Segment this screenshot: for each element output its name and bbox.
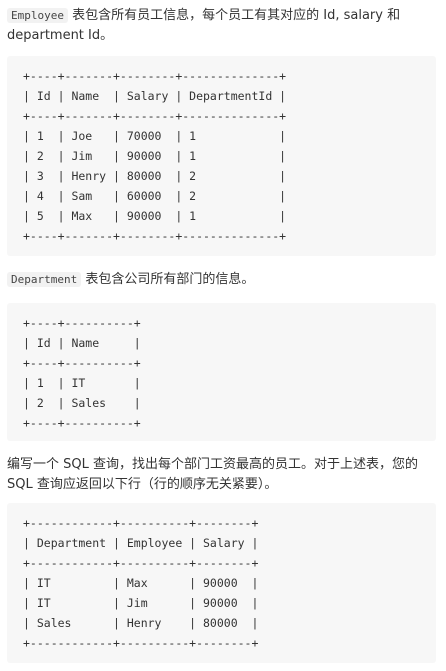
employee-table-line: +----+-------+--------+--------------+: [23, 109, 287, 123]
result-table-line: +------------+----------+--------+: [23, 556, 259, 570]
result-table-line: +------------+----------+--------+: [23, 516, 259, 530]
result-table-line: +------------+----------+--------+: [23, 636, 259, 650]
department-description-text: 表包含公司所有部门的信息。: [81, 272, 255, 287]
employee-table-block: +----+-------+--------+--------------+ |…: [7, 56, 436, 256]
question-text-line-1: 编写一个 SQL 查询，找出每个部门工资最高的员工。对于上述表，您的: [7, 457, 418, 472]
employee-description-text-1: 表包含所有员工信息，每个员工有其对应的 Id, salary 和: [67, 8, 401, 23]
employee-table-line: | 3 | Henry | 80000 | 2 |: [23, 169, 287, 183]
employee-table-line: | 2 | Jim | 90000 | 1 |: [23, 149, 287, 163]
department-table-line: | 2 | Sales |: [23, 396, 141, 410]
employee-table-line: | 1 | Joe | 70000 | 1 |: [23, 129, 287, 143]
department-table-name: Department: [7, 272, 82, 287]
employee-table-line: +----+-------+--------+--------------+: [23, 69, 287, 83]
result-table-line: | IT | Max | 90000 |: [23, 576, 259, 590]
department-table-line: +----+----------+: [23, 416, 141, 430]
employee-table-line: | 5 | Max | 90000 | 1 |: [23, 209, 287, 223]
question-text: 编写一个 SQL 查询，找出每个部门工资最高的员工。对于上述表，您的 SQL 查…: [7, 455, 437, 495]
employee-table-line: | Id | Name | Salary | DepartmentId |: [23, 89, 287, 103]
department-description: Department 表包含公司所有部门的信息。: [7, 270, 437, 290]
result-table-line: | IT | Jim | 90000 |: [23, 596, 259, 610]
employee-table-line: | 4 | Sam | 60000 | 2 |: [23, 189, 287, 203]
employee-description-text-2: department Id。: [7, 28, 114, 43]
result-table-block: +------------+----------+--------+ | Dep…: [7, 503, 436, 663]
employee-description: Employee 表包含所有员工信息，每个员工有其对应的 Id, salary …: [7, 6, 437, 46]
question-text-line-2: SQL 查询应返回以下行（行的顺序无关紧要）。: [7, 477, 278, 492]
result-table-line: | Sales | Henry | 80000 |: [23, 616, 259, 630]
employee-table-line: +----+-------+--------+--------------+: [23, 229, 287, 243]
department-table-line: | 1 | IT |: [23, 376, 141, 390]
department-table-line: +----+----------+: [23, 356, 141, 370]
employee-table-name: Employee: [7, 8, 68, 23]
department-table-block: +----+----------+ | Id | Name | +----+--…: [7, 303, 436, 441]
department-table-line: +----+----------+: [23, 316, 141, 330]
department-table-line: | Id | Name |: [23, 336, 141, 350]
result-table-line: | Department | Employee | Salary |: [23, 536, 259, 550]
